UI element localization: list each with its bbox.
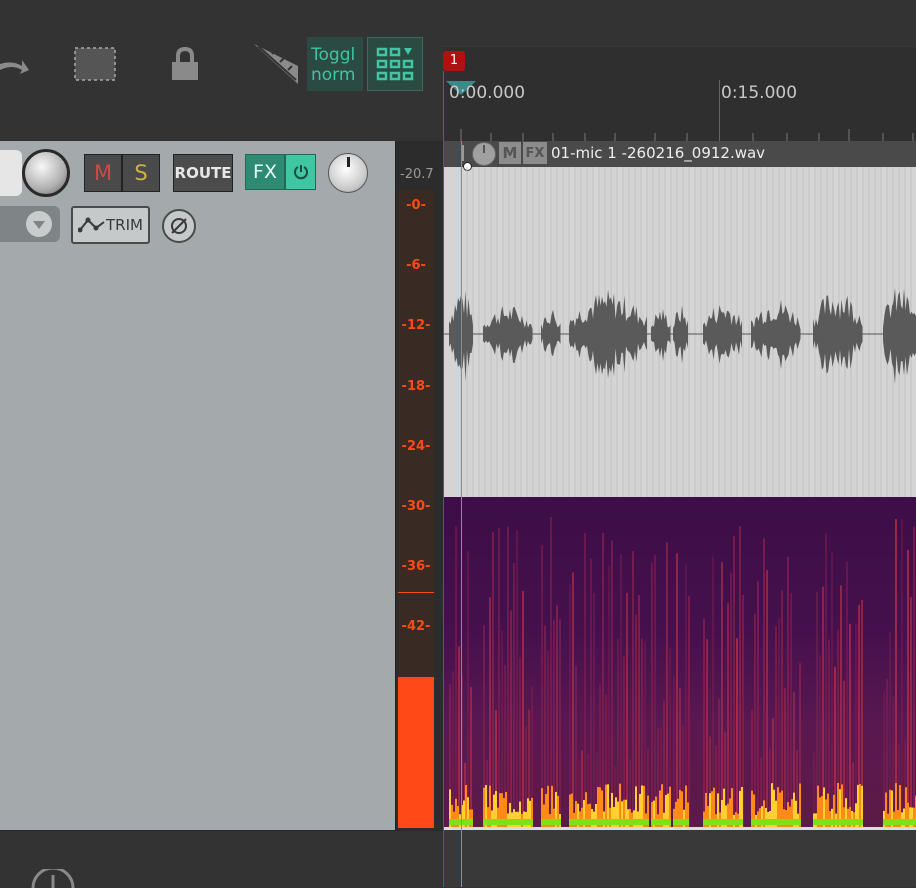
ruler-ticks <box>460 129 914 141</box>
track-name-field[interactable] <box>0 150 22 196</box>
route-button[interactable]: ROUTE <box>173 154 233 192</box>
arrange-view[interactable]: M FX 01-mic 1 -260216_0912.wav <box>443 141 916 887</box>
db-tick-label: -12- <box>401 318 431 334</box>
item-fx-button[interactable]: FX <box>523 142 547 164</box>
solo-button[interactable]: S <box>122 154 160 192</box>
power-icon <box>293 165 308 180</box>
db-tick-label: -24- <box>401 438 431 454</box>
meter-hold-line <box>398 592 434 593</box>
item-filename: 01-mic 1 -260216_0912.wav <box>551 144 766 162</box>
fx-button[interactable]: FX <box>245 154 285 190</box>
time-label-start: 0:00.000 <box>449 83 526 103</box>
db-tick-label: -42- <box>401 619 431 635</box>
toggle-normalize-button[interactable]: Toggl norm <box>307 37 363 91</box>
lock-icon[interactable] <box>170 46 200 82</box>
track-control-panel: M S ROUTE FX TRIM <box>0 141 395 830</box>
trim-button[interactable]: TRIM <box>71 206 150 244</box>
mute-button[interactable]: M <box>84 154 122 192</box>
envelope-dropdown[interactable] <box>0 206 60 242</box>
envelope-icon <box>78 217 105 233</box>
db-tick-label: -6- <box>406 258 426 274</box>
pan-knob[interactable] <box>328 153 368 193</box>
db-tick-label: -54- <box>401 739 431 755</box>
redo-icon[interactable] <box>0 52 30 82</box>
meter-peak-readout[interactable]: -20.7 <box>400 167 434 182</box>
waveform-display[interactable] <box>443 162 916 497</box>
project-marker[interactable]: 1 <box>443 51 465 71</box>
db-tick-label: -36- <box>401 559 431 575</box>
lower-track-area <box>0 830 443 888</box>
marker-line <box>443 141 444 887</box>
item-bottom-edge <box>443 827 916 830</box>
edit-cursor <box>461 141 462 887</box>
trim-label: TRIM <box>106 216 143 234</box>
spectrogram <box>449 517 916 827</box>
time-label-15s: 0:15.000 <box>721 83 798 103</box>
item-volume-knob[interactable] <box>472 142 496 166</box>
phase-button[interactable] <box>162 209 196 243</box>
track-meter: -20.7 -0- -6- -12- -18- -24- -30- -36- -42- -48-… <box>395 141 444 830</box>
volume-knob[interactable] <box>22 149 70 197</box>
spectrogram-display[interactable] <box>443 497 916 827</box>
ruler-icon[interactable] <box>252 40 300 86</box>
fx-bypass-button[interactable] <box>285 154 316 190</box>
chevron-down-icon <box>26 211 52 237</box>
db-tick-label: -0- <box>406 198 426 213</box>
selection-icon[interactable] <box>74 47 116 81</box>
grid-button[interactable] <box>367 37 423 91</box>
waveform <box>443 167 916 497</box>
media-item-header[interactable]: M FX 01-mic 1 -260216_0912.wav <box>443 141 916 167</box>
timeline-ruler[interactable]: 1 0:00.000 0:15.000 <box>443 46 916 142</box>
item-mute-button[interactable]: M <box>499 142 521 164</box>
add-icon[interactable] <box>30 869 76 888</box>
grid-icon <box>376 47 414 81</box>
db-tick-label: -60- <box>401 800 431 815</box>
phase-invert-icon <box>171 218 187 234</box>
db-tick-label: -48- <box>401 679 431 695</box>
db-tick-label: -30- <box>401 499 431 514</box>
db-tick-label: -18- <box>401 378 431 394</box>
